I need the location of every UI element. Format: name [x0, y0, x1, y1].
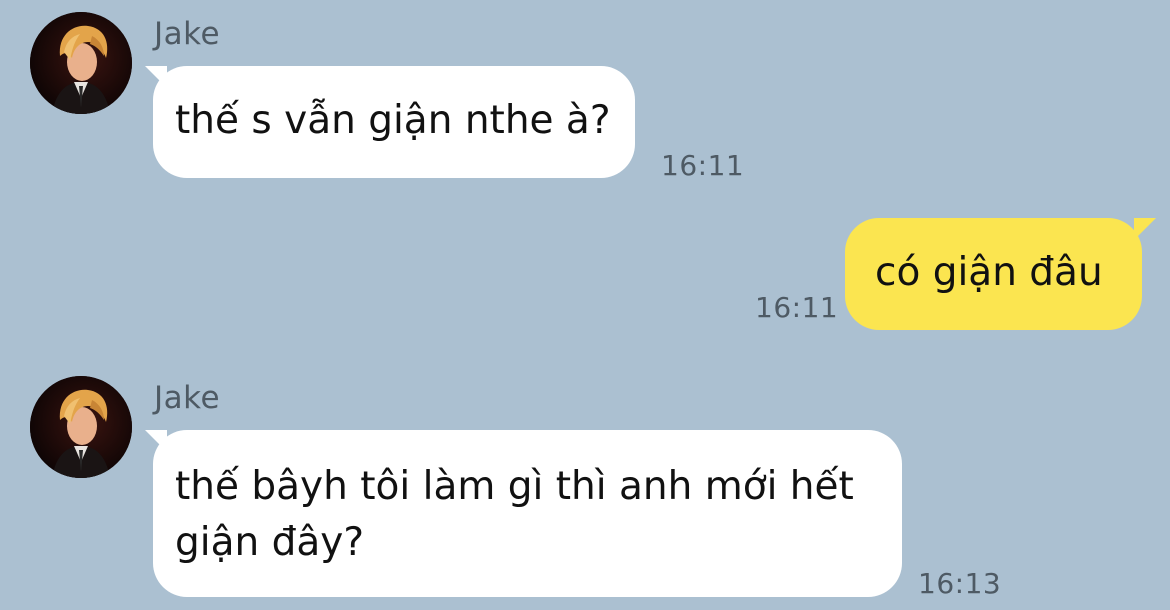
message-text: có giận đâu: [875, 250, 1103, 295]
profile-photo-icon: [30, 376, 132, 478]
message-text-line: giận đây?: [175, 520, 365, 565]
message-text-line: thế bâyh tôi làm gì thì anh mới hết: [175, 464, 854, 509]
message-text: thế s vẫn giận nthe à?: [175, 98, 611, 143]
avatar[interactable]: [30, 12, 132, 114]
message-bubble-incoming[interactable]: thế bâyh tôi làm gì thì anh mới hết giận…: [153, 430, 902, 597]
chat-thread[interactable]: Jake thế s vẫn giận nthe à? 16:11 16:11 …: [0, 0, 1170, 610]
sender-name: Jake: [154, 380, 221, 416]
avatar[interactable]: [30, 376, 132, 478]
message-bubble-outgoing[interactable]: có giận đâu: [845, 218, 1142, 330]
bubble-tail: [1134, 218, 1156, 240]
message-timestamp: 16:11: [755, 291, 839, 324]
message-timestamp: 16:13: [918, 567, 1002, 600]
message-bubble-incoming[interactable]: thế s vẫn giận nthe à?: [153, 66, 635, 178]
profile-photo-icon: [30, 12, 132, 114]
message-timestamp: 16:11: [661, 149, 745, 182]
sender-name: Jake: [154, 16, 221, 52]
